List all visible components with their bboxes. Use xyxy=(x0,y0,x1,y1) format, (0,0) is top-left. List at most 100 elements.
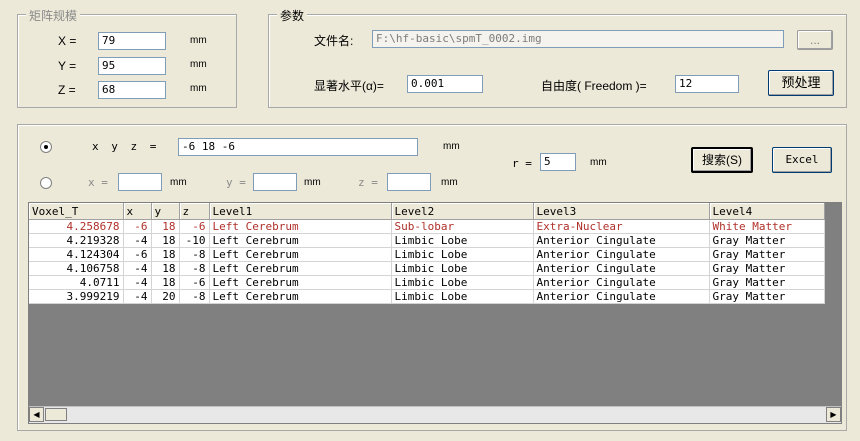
cell-level4: Gray Matter xyxy=(709,275,825,290)
cell-z: -8 xyxy=(179,261,210,276)
y-label: Y = xyxy=(58,59,77,73)
cell-z: -6 xyxy=(179,219,210,234)
cell-voxel-t: 4.0711 xyxy=(29,275,124,290)
xyz-radio[interactable] xyxy=(40,141,52,153)
cell-z: -8 xyxy=(179,289,210,304)
cell-y: 18 xyxy=(151,261,180,276)
cell-level4: Gray Matter xyxy=(709,289,825,304)
preprocess-button[interactable]: 预处理 xyxy=(768,70,834,96)
cell-level2: Limbic Lobe xyxy=(391,233,534,248)
separate-coords-radio[interactable] xyxy=(40,177,52,189)
radius-field[interactable]: 5 xyxy=(540,153,576,171)
table-row[interactable]: 4.0711 -4 18 -6 Left Cerebrum Limbic Lob… xyxy=(29,275,825,290)
file-label: 文件名: xyxy=(314,34,354,48)
cell-level3: Anterior Cingulate xyxy=(533,233,710,248)
arrow-right-icon[interactable]: ▶ xyxy=(826,407,841,422)
matrix-y-field[interactable]: 95 xyxy=(98,57,166,75)
significance-field[interactable]: 0.001 xyxy=(407,75,483,93)
z-coord-label: z = xyxy=(358,176,378,189)
cell-level1: Left Cerebrum xyxy=(209,261,392,276)
cell-y: 18 xyxy=(151,247,180,262)
results-grid[interactable]: Voxel_T x y z Level1 Level2 Level3 Level… xyxy=(28,202,842,424)
col-header-voxel-t[interactable]: Voxel_T xyxy=(29,203,124,220)
radius-unit: mm xyxy=(590,157,607,168)
cell-voxel-t: 3.999219 xyxy=(29,289,124,304)
cell-voxel-t: 4.219328 xyxy=(29,233,124,248)
y-coord-unit: mm xyxy=(304,177,321,188)
cell-level1: Left Cerebrum xyxy=(209,219,392,234)
scroll-thumb[interactable] xyxy=(45,408,67,421)
cell-x: -4 xyxy=(123,233,152,248)
cell-voxel-t: 4.124304 xyxy=(29,247,124,262)
cell-x: -6 xyxy=(123,219,152,234)
cell-level2: Limbic Lobe xyxy=(391,289,534,304)
x-label: X = xyxy=(58,34,77,48)
x-coord-unit: mm xyxy=(170,177,187,188)
cell-z: -6 xyxy=(179,275,210,290)
matrix-x-field[interactable]: 79 xyxy=(98,32,166,50)
matrix-size-title: 矩阵规模 xyxy=(26,7,81,24)
z-coord-field[interactable] xyxy=(387,173,431,191)
table-row[interactable]: 4.258678 -6 18 -6 Left Cerebrum Sub-loba… xyxy=(29,219,825,234)
file-path-field[interactable]: F:\hf-basic\spmT_0002.img xyxy=(372,30,784,48)
browse-button[interactable]: ... xyxy=(797,30,833,50)
params-title: 参数 xyxy=(277,7,308,24)
z-unit: mm xyxy=(190,83,207,94)
table-row[interactable]: 4.106758 -4 18 -8 Left Cerebrum Limbic L… xyxy=(29,261,825,276)
cell-y: 18 xyxy=(151,275,180,290)
excel-button[interactable]: Excel xyxy=(772,147,832,173)
cell-level4: Gray Matter xyxy=(709,233,825,248)
xyz-unit: mm xyxy=(443,141,460,152)
z-coord-unit: mm xyxy=(441,177,458,188)
freedom-field[interactable]: 12 xyxy=(675,75,739,93)
col-header-x[interactable]: x xyxy=(123,203,152,220)
cell-level1: Left Cerebrum xyxy=(209,275,392,290)
table-row[interactable]: 4.219328 -4 18 -10 Left Cerebrum Limbic … xyxy=(29,233,825,248)
search-button[interactable]: 搜索(S) xyxy=(691,147,753,173)
x-unit: mm xyxy=(190,35,207,46)
radius-label: r = xyxy=(512,157,532,170)
cell-level2: Limbic Lobe xyxy=(391,261,534,276)
params-group: 参数 文件名: F:\hf-basic\spmT_0002.img ... 显著… xyxy=(268,7,847,108)
col-header-level4[interactable]: Level4 xyxy=(709,203,825,220)
cell-level1: Left Cerebrum xyxy=(209,233,392,248)
cell-level2: Limbic Lobe xyxy=(391,275,534,290)
cell-level4: Gray Matter xyxy=(709,261,825,276)
cell-voxel-t: 4.258678 xyxy=(29,219,124,234)
xyz-field[interactable]: -6 18 -6 xyxy=(178,138,418,156)
cell-level1: Left Cerebrum xyxy=(209,247,392,262)
cell-z: -10 xyxy=(179,233,210,248)
y-coord-label: y = xyxy=(226,176,246,189)
cell-x: -4 xyxy=(123,289,152,304)
cell-level4: Gray Matter xyxy=(709,247,825,262)
col-header-level2[interactable]: Level2 xyxy=(391,203,534,220)
cell-voxel-t: 4.106758 xyxy=(29,261,124,276)
cell-level2: Sub-lobar xyxy=(391,219,534,234)
x-coord-field[interactable] xyxy=(118,173,162,191)
matrix-z-field[interactable]: 68 xyxy=(98,81,166,99)
cell-level1: Left Cerebrum xyxy=(209,289,392,304)
col-header-level1[interactable]: Level1 xyxy=(209,203,392,220)
col-header-y[interactable]: y xyxy=(151,203,180,220)
cell-level3: Anterior Cingulate xyxy=(533,261,710,276)
horizontal-scrollbar[interactable]: ◀ ▶ xyxy=(29,406,841,423)
arrow-left-icon[interactable]: ◀ xyxy=(29,407,44,422)
xyz-label: x y z = xyxy=(92,140,157,153)
cell-level2: Limbic Lobe xyxy=(391,247,534,262)
cell-x: -4 xyxy=(123,261,152,276)
significance-label: 显著水平(α)= xyxy=(314,79,384,93)
matrix-size-group: 矩阵规模 X = 79 mm Y = 95 mm Z = 68 mm xyxy=(17,7,237,108)
cell-level3: Anterior Cingulate xyxy=(533,275,710,290)
col-header-z[interactable]: z xyxy=(179,203,210,220)
table-row[interactable]: 3.999219 -4 20 -8 Left Cerebrum Limbic L… xyxy=(29,289,825,304)
z-label: Z = xyxy=(58,83,76,97)
y-coord-field[interactable] xyxy=(253,173,297,191)
cell-x: -6 xyxy=(123,247,152,262)
cell-level3: Anterior Cingulate xyxy=(533,247,710,262)
table-row[interactable]: 4.124304 -6 18 -8 Left Cerebrum Limbic L… xyxy=(29,247,825,262)
cell-level3: Anterior Cingulate xyxy=(533,289,710,304)
freedom-label: 自由度( Freedom )= xyxy=(541,79,647,93)
col-header-level3[interactable]: Level3 xyxy=(533,203,710,220)
cell-y: 18 xyxy=(151,233,180,248)
y-unit: mm xyxy=(190,59,207,70)
